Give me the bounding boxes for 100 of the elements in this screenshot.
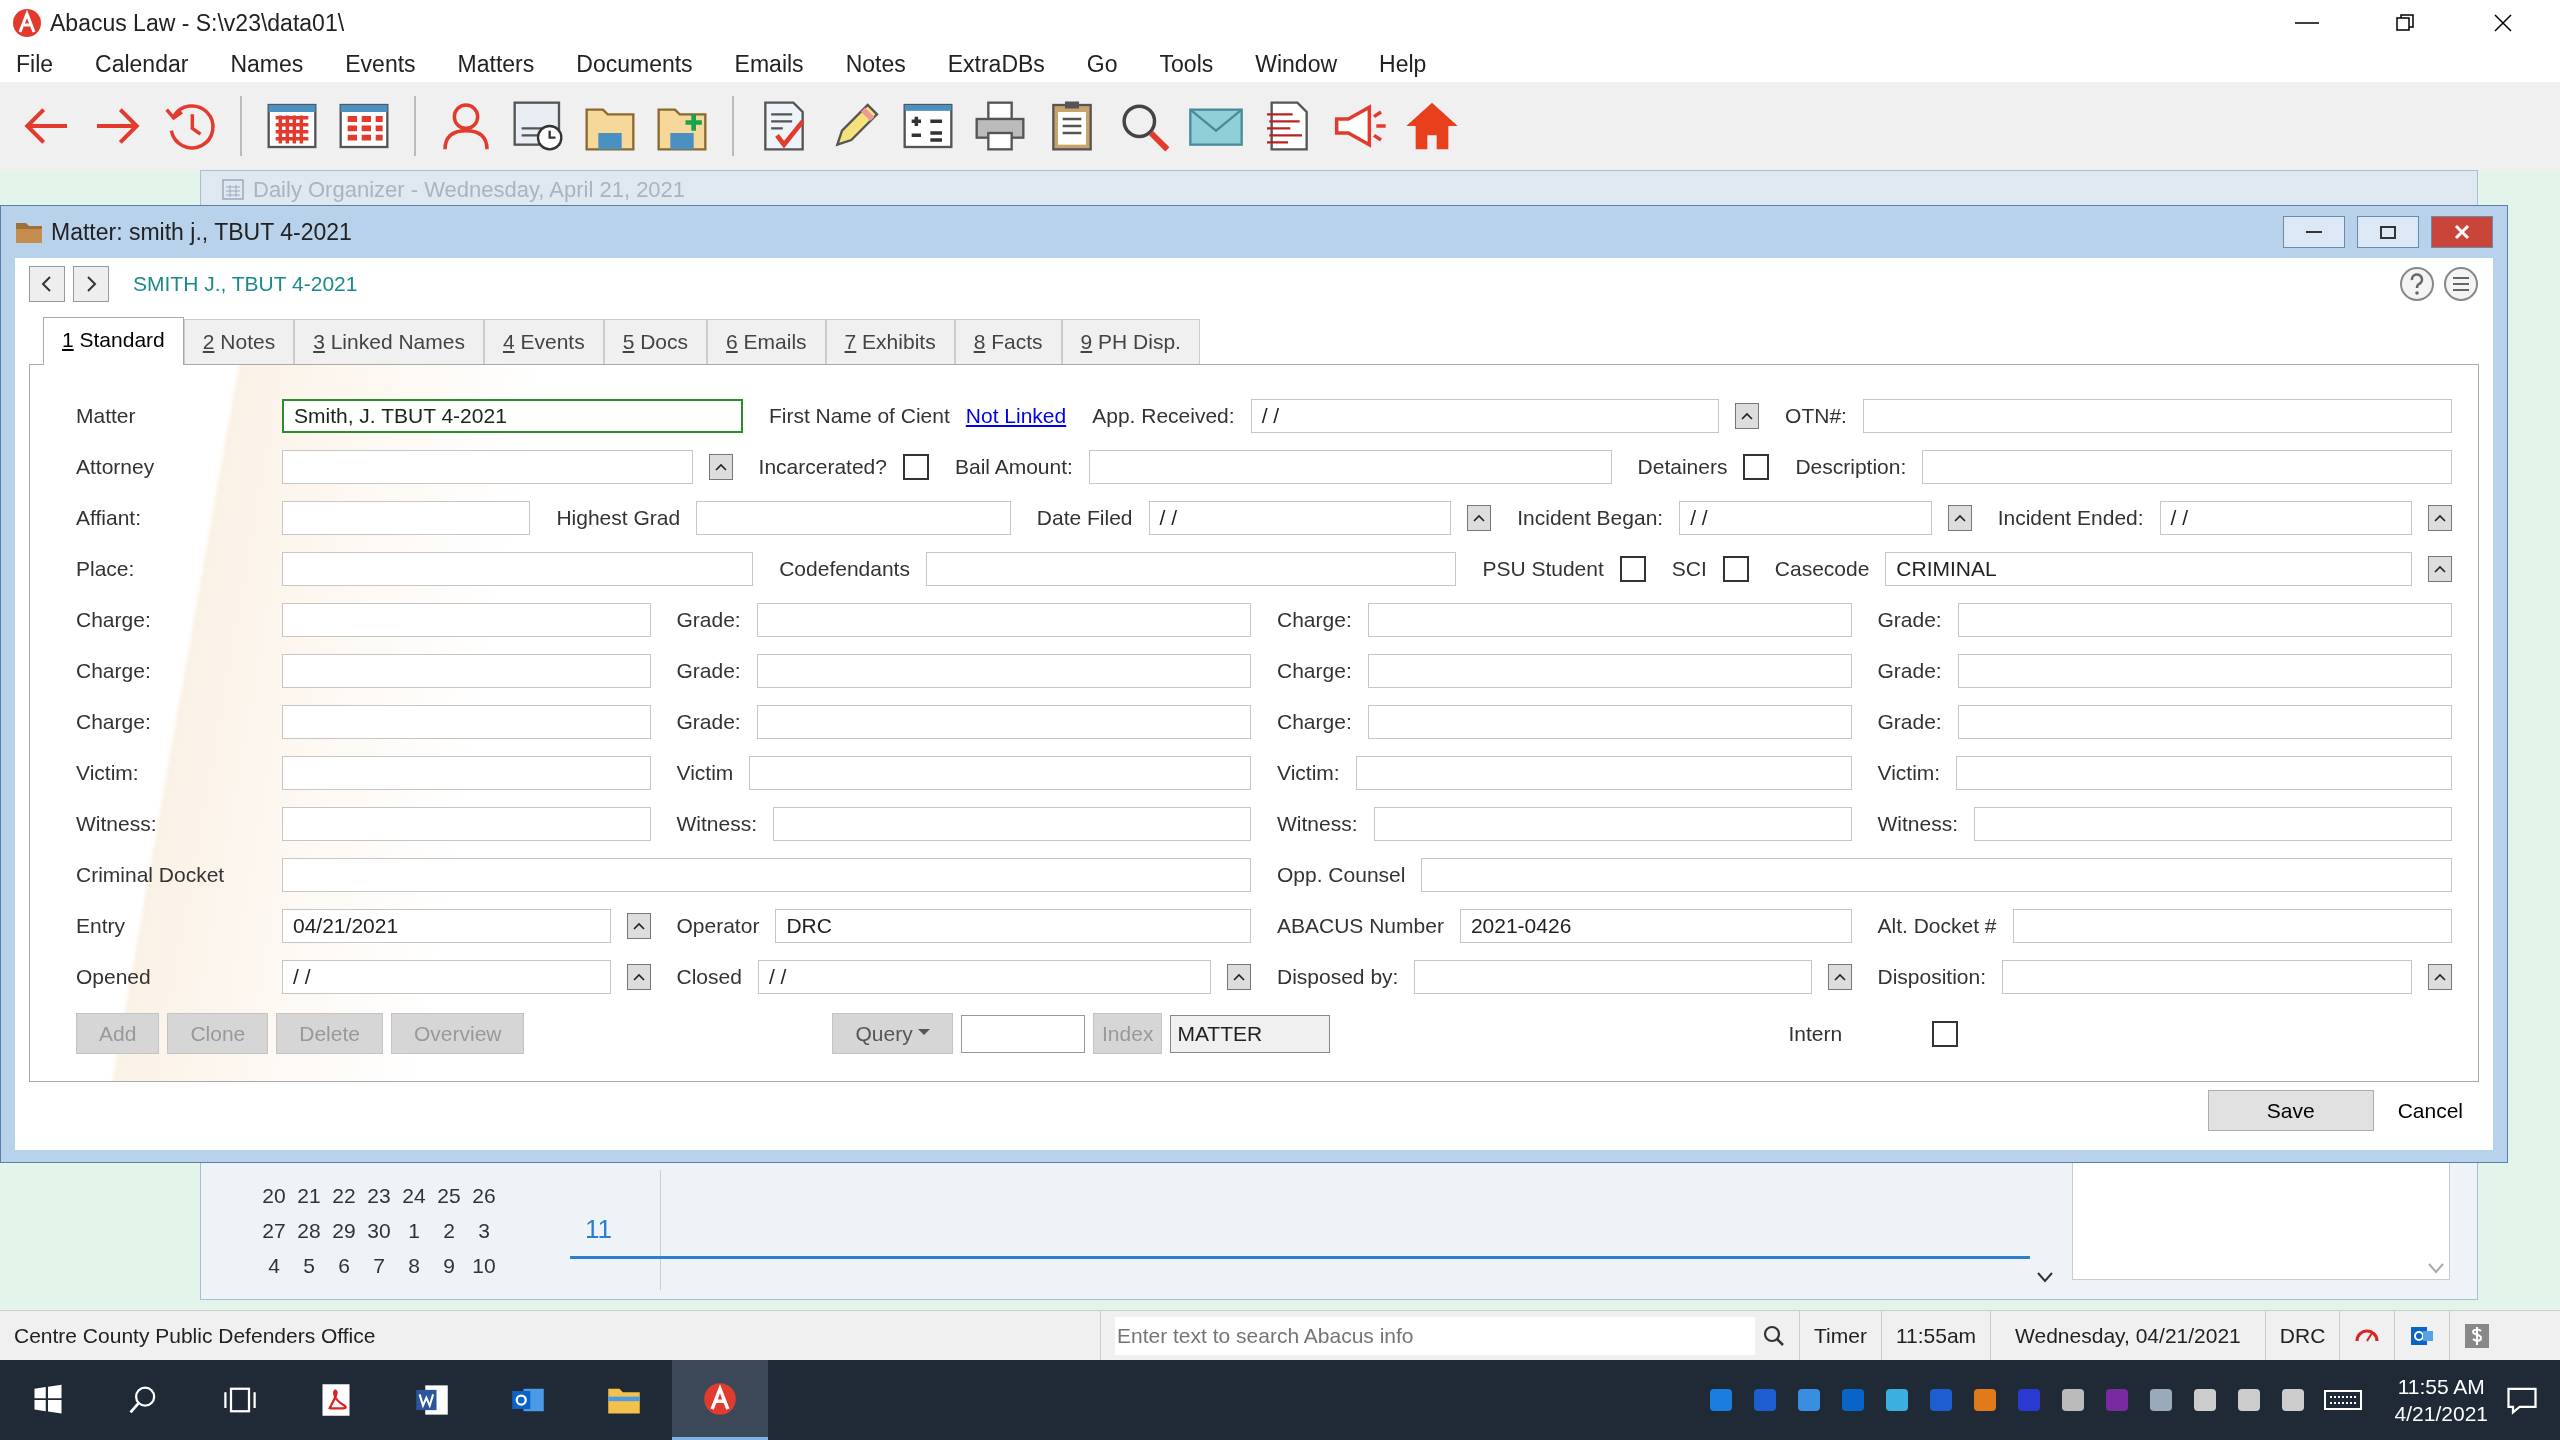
maximize-button[interactable] — [2357, 216, 2419, 248]
text-field[interactable] — [2002, 960, 2412, 994]
picker-button[interactable] — [2428, 556, 2452, 582]
text-field[interactable]: / / — [1679, 501, 1932, 535]
text-field[interactable] — [1367, 654, 1852, 688]
calendar-day[interactable]: 8 — [402, 1250, 426, 1285]
menu-item[interactable]: Tools — [1157, 46, 1216, 82]
text-field[interactable] — [749, 756, 1251, 790]
close-button[interactable] — [2431, 216, 2493, 248]
text-field[interactable] — [1957, 603, 2452, 637]
menu-icon[interactable] — [2443, 266, 2479, 302]
calendar-day[interactable]: 5 — [297, 1250, 321, 1285]
query-field[interactable] — [961, 1014, 1085, 1053]
app-logo-icon[interactable] — [702, 1380, 738, 1417]
chevron-down-icon[interactable] — [2036, 1270, 2054, 1284]
calendar-day[interactable]: 25 — [437, 1180, 461, 1215]
text-field[interactable] — [282, 858, 1251, 892]
text-field[interactable] — [1421, 858, 2452, 892]
menu-item[interactable]: Help — [1377, 46, 1429, 82]
calendar-day[interactable]: 6 — [332, 1250, 356, 1285]
text-field[interactable] — [282, 654, 651, 688]
text-field[interactable] — [925, 552, 1457, 586]
text-field[interactable] — [282, 552, 754, 586]
query-button[interactable]: Query — [832, 1012, 953, 1055]
calendar-day[interactable]: 3 — [472, 1215, 496, 1250]
text-field[interactable] — [1367, 705, 1852, 739]
tab[interactable]: 5 Docs — [603, 319, 708, 364]
dollar-icon[interactable] — [2464, 1322, 2491, 1349]
calendar-day[interactable]: 2 — [437, 1215, 461, 1250]
text-field[interactable] — [756, 603, 1251, 637]
tab[interactable]: 8 Facts — [954, 319, 1062, 364]
text-field[interactable] — [1957, 654, 2452, 688]
calendar-day[interactable]: 10 — [472, 1250, 496, 1285]
menu-item[interactable]: Events — [343, 46, 418, 82]
calendar-day[interactable]: 24 — [402, 1180, 426, 1215]
picker-button[interactable] — [1227, 964, 1251, 990]
calendar-day[interactable]: 27 — [262, 1215, 286, 1250]
text-field[interactable] — [2012, 909, 2452, 943]
calendar-day[interactable]: 30 — [367, 1215, 391, 1250]
minimize-button[interactable] — [2283, 216, 2345, 248]
text-field[interactable]: / / — [2159, 501, 2413, 535]
text-field[interactable]: 04/21/2021 — [282, 909, 611, 943]
text-field[interactable]: / / — [282, 960, 611, 994]
text-field[interactable] — [1373, 807, 1852, 841]
text-field[interactable]: Smith, J. TBUT 4-2021 — [282, 399, 743, 433]
save-button[interactable]: Save — [2207, 1089, 2374, 1131]
picker-button[interactable] — [1947, 505, 1972, 531]
text-field[interactable] — [1956, 756, 2452, 790]
tab[interactable]: 2 Notes — [183, 319, 295, 364]
calendar-day[interactable]: 28 — [297, 1215, 321, 1250]
text-field[interactable] — [756, 705, 1251, 739]
tab[interactable]: 7 Exhibits — [825, 319, 955, 364]
menu-item[interactable]: Window — [1253, 46, 1340, 82]
text-field[interactable] — [282, 501, 531, 535]
next-button[interactable] — [73, 266, 109, 302]
tab[interactable]: 9 PH Disp. — [1061, 319, 1200, 364]
text-field[interactable]: / / — [1148, 501, 1452, 535]
picker-button[interactable] — [2428, 505, 2453, 531]
cancel-button[interactable]: Cancel — [2389, 1090, 2471, 1130]
text-field[interactable] — [1367, 603, 1852, 637]
calendar-day[interactable]: 23 — [367, 1180, 391, 1215]
checkbox[interactable] — [903, 454, 929, 480]
search-icon[interactable] — [1763, 1324, 1785, 1347]
text-field[interactable] — [773, 807, 1251, 841]
menu-item[interactable]: Notes — [843, 46, 908, 82]
text-field[interactable] — [1922, 450, 2452, 484]
calendar-day[interactable]: 4 — [262, 1250, 286, 1285]
calendar-day[interactable]: 29 — [332, 1215, 356, 1250]
tab[interactable]: 3 Linked Names — [294, 319, 484, 364]
calendar-day[interactable]: 1 — [402, 1215, 426, 1250]
calendar-day[interactable]: 9 — [437, 1250, 461, 1285]
tab[interactable]: 4 Events — [483, 319, 604, 364]
text-field[interactable] — [282, 450, 693, 484]
checkbox[interactable] — [1619, 556, 1646, 582]
tab[interactable]: 1 Standard — [43, 317, 184, 365]
calendar-day[interactable]: 22 — [332, 1180, 356, 1215]
calendar-day[interactable]: 21 — [297, 1180, 321, 1215]
menu-item[interactable]: Calendar — [93, 46, 191, 82]
menu-item[interactable]: Names — [228, 46, 306, 82]
text-field[interactable] — [1355, 756, 1852, 790]
clock-date[interactable]: 4/21/2021 — [2394, 1400, 2488, 1428]
text-field[interactable]: / / — [1250, 399, 1720, 433]
previous-button[interactable] — [29, 266, 65, 302]
text-field[interactable] — [282, 603, 651, 637]
clock-time[interactable]: 11:55 AM — [2394, 1372, 2488, 1400]
picker-button[interactable] — [626, 913, 651, 939]
picker-button[interactable] — [1827, 964, 1852, 990]
checkbox[interactable] — [1722, 556, 1749, 582]
picker-button[interactable] — [1735, 403, 1760, 429]
text-field[interactable] — [282, 705, 651, 739]
menu-item[interactable]: Matters — [455, 46, 537, 82]
timer-button[interactable]: Timer — [1814, 1319, 1867, 1352]
calendar-day[interactable]: 7 — [367, 1250, 391, 1285]
text-field[interactable] — [756, 654, 1251, 688]
picker-button[interactable] — [626, 964, 651, 990]
link[interactable]: Not Linked — [965, 400, 1067, 432]
text-field[interactable]: DRC — [775, 909, 1251, 943]
text-field[interactable] — [282, 756, 651, 790]
menu-item[interactable]: File — [14, 46, 56, 82]
text-field[interactable] — [1862, 399, 2452, 433]
